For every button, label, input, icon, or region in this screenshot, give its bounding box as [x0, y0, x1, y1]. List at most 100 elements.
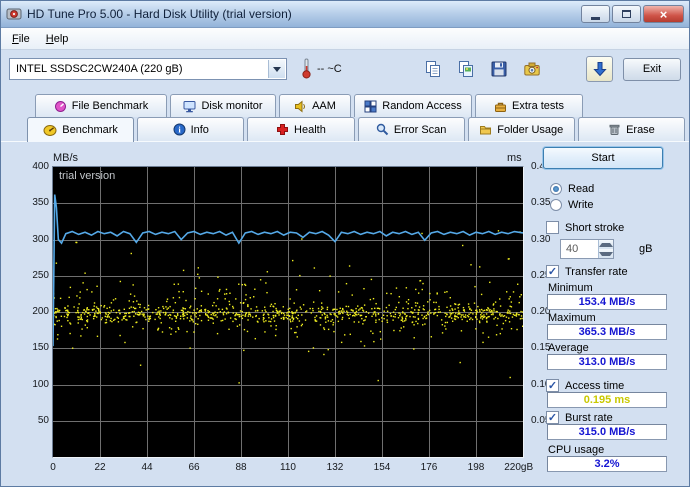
start-button[interactable]: Start [543, 147, 663, 169]
burst-rate-checkbox[interactable] [546, 411, 559, 424]
transfer-rate-row[interactable]: Transfer rate [546, 265, 628, 278]
benchmark-gauge-icon [43, 124, 57, 137]
y-axis-tick-left: 400 [32, 161, 49, 172]
tab-label: Folder Usage [497, 123, 564, 136]
magnifier-icon [376, 123, 389, 136]
minimum-label: Minimum [548, 282, 593, 294]
y-axis-tick-left: 50 [37, 414, 49, 426]
tab-folder-usage[interactable]: Folder Usage [467, 117, 575, 141]
cpu-usage-label: CPU usage [548, 444, 605, 456]
y-axis-tick-right: 0.35 [531, 197, 551, 209]
cpu-usage-value: 3.2% [547, 456, 667, 472]
menu-file[interactable]: File [4, 30, 38, 48]
tab-extra-tests[interactable]: Extra tests [475, 94, 583, 117]
spinner-down-button[interactable] [599, 249, 613, 258]
thermometer-icon [301, 57, 312, 82]
app-window: HD Tune Pro 5.00 - Hard Disk Utility (tr… [0, 0, 690, 487]
x-axis-tick: 0 [50, 462, 56, 473]
transfer-rate-checkbox[interactable] [546, 265, 559, 278]
spinner-up-icon [599, 242, 613, 247]
access-time-label: Access time [565, 379, 625, 392]
short-stroke-spinner[interactable]: 40 [560, 239, 614, 259]
write-radio-label: Write [568, 199, 594, 211]
temperature-readout: -- ~C [317, 63, 342, 75]
tab-label: Disk monitor [201, 100, 263, 112]
save-button[interactable] [487, 57, 511, 81]
camera-icon [524, 62, 540, 76]
access-time-checkbox[interactable] [546, 379, 559, 392]
tab-benchmark[interactable]: Benchmark [27, 117, 135, 142]
chevron-down-icon [273, 66, 281, 72]
tab-random-access[interactable]: Random Access [354, 94, 472, 117]
tab-label: AAM [312, 100, 336, 112]
minimize-button[interactable] [581, 5, 610, 23]
info-icon: i [173, 123, 186, 136]
tab-label: Error Scan [393, 123, 447, 136]
tab-info[interactable]: i Info [137, 117, 245, 141]
x-axis-tick: 176 [420, 462, 438, 473]
tab-error-scan[interactable]: Error Scan [357, 117, 465, 141]
tab-label: Benchmark [62, 124, 118, 136]
window-title: HD Tune Pro 5.00 - Hard Disk Utility (tr… [27, 7, 292, 21]
trial-watermark: trial version [59, 170, 116, 182]
maximum-label: Maximum [548, 312, 596, 324]
copy-icon [426, 61, 440, 77]
copy-image-button[interactable] [454, 57, 478, 81]
burst-rate-value: 315.0 MB/s [547, 424, 667, 440]
menu-bar: File Help [1, 28, 689, 50]
tab-label: File Benchmark [71, 100, 149, 112]
read-radio-row[interactable]: Read [550, 183, 594, 195]
short-stroke-row[interactable]: Short stroke [546, 221, 624, 234]
maximize-button[interactable] [612, 5, 641, 23]
x-axis-tick: 88 [235, 462, 247, 473]
tab-file-benchmark[interactable]: File Benchmark [35, 94, 167, 117]
minimum-value: 153.4 MB/s [547, 294, 667, 310]
floppy-save-icon [491, 61, 507, 77]
maximum-value: 365.3 MB/s [547, 324, 667, 340]
maximize-icon [622, 10, 631, 18]
y-axis-tick-left: 100 [32, 378, 49, 390]
drive-select-value: INTEL SSDSC2CW240A (220 gB) [16, 63, 183, 75]
close-button[interactable]: × [643, 5, 684, 23]
x-axis-tick: 110 [280, 462, 296, 473]
folder-icon [479, 123, 492, 136]
left-axis-title: MB/s [53, 152, 79, 164]
read-radio-label: Read [568, 183, 595, 195]
transfer-rate-label: Transfer rate [565, 265, 628, 278]
speaker-icon [294, 99, 307, 113]
benchmark-plot [52, 166, 524, 458]
burst-rate-label: Burst rate [565, 411, 613, 424]
average-label: Average [548, 342, 589, 354]
burst-rate-row[interactable]: Burst rate [546, 411, 613, 424]
drive-select[interactable]: INTEL SSDSC2CW240A (220 gB) [9, 58, 287, 80]
access-time-row[interactable]: Access time [546, 379, 624, 392]
y-axis-tick-left: 150 [32, 342, 49, 354]
copy-text-button[interactable] [421, 57, 445, 81]
download-button[interactable] [586, 56, 613, 82]
write-radio-row[interactable]: Write [550, 199, 593, 211]
tab-health[interactable]: Health [247, 117, 355, 141]
y-axis-tick-left: 350 [32, 197, 49, 209]
copy-image-icon [459, 61, 473, 77]
read-radio[interactable] [550, 183, 562, 195]
y-axis-tick-left: 300 [32, 233, 49, 245]
tab-disk-monitor[interactable]: Disk monitor [170, 94, 276, 117]
right-axis-title: ms [507, 152, 522, 164]
exit-button-label: Exit [642, 63, 662, 75]
tab-erase[interactable]: Erase [577, 117, 686, 141]
minimize-icon [591, 17, 600, 20]
spinner-up-button[interactable] [599, 240, 613, 249]
short-stroke-checkbox[interactable] [546, 221, 559, 234]
x-axis-tick: 66 [188, 462, 200, 473]
average-value: 313.0 MB/s [547, 354, 667, 370]
short-stroke-label: Short stroke [565, 221, 625, 234]
exit-button[interactable]: Exit [623, 57, 681, 81]
drive-select-arrow-button[interactable] [268, 60, 285, 78]
screenshot-button[interactable] [520, 57, 544, 81]
trash-icon [608, 123, 621, 136]
menu-help[interactable]: Help [38, 30, 77, 48]
tab-label: Erase [626, 123, 655, 136]
x-axis-tick: 198 [467, 462, 485, 473]
write-radio[interactable] [550, 199, 562, 211]
tab-aam[interactable]: AAM [279, 94, 351, 117]
